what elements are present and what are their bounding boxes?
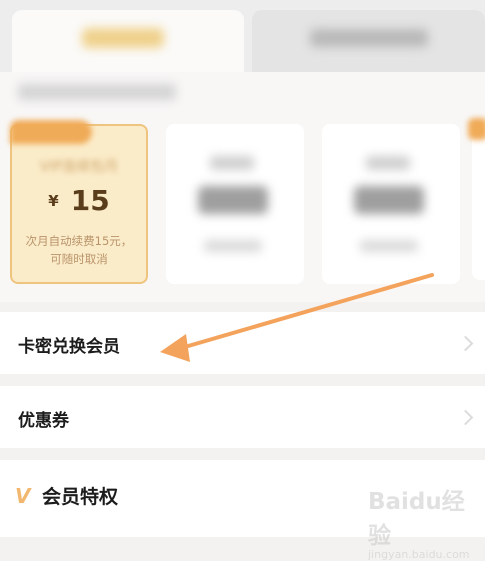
row-member-privileges-label: 会员特权 xyxy=(42,486,119,508)
tab-bar xyxy=(0,0,485,72)
watermark-url: jingyan.baidu.com xyxy=(368,548,470,561)
plan-card-vip-monthly[interactable]: VIP连续包月 ¥15 次月自动续费15元， 可随时取消 xyxy=(10,120,148,284)
currency-symbol: ¥ xyxy=(48,192,59,210)
section-hint xyxy=(18,84,176,100)
plan-name: VIP连续包月 xyxy=(39,159,119,175)
plan-card-3-price xyxy=(354,186,424,214)
price-value: 15 xyxy=(70,184,110,217)
plan-card-4-partial[interactable] xyxy=(472,120,485,280)
plan-price: ¥15 xyxy=(12,184,146,217)
watermark-logo: Baidu经验 xyxy=(368,489,465,549)
plan-card-2-price xyxy=(198,186,268,214)
chevron-right-icon xyxy=(457,335,474,352)
row-card-key-redeem-label: 卡密兑换会员 xyxy=(18,337,120,357)
tab-vip-label xyxy=(82,28,164,48)
plan-card-2-title xyxy=(210,156,254,170)
plan-card-2-sub xyxy=(204,240,262,252)
plan-note-line2: 可随时取消 xyxy=(50,252,108,266)
plan-card-3-title xyxy=(366,156,410,170)
plan-card-4-badge xyxy=(468,118,485,140)
plan-card-2[interactable] xyxy=(166,124,304,284)
tab-vip[interactable] xyxy=(12,10,244,72)
row-coupon-label: 优惠券 xyxy=(18,411,69,431)
plan-note-line1: 次月自动续费15元， xyxy=(25,234,133,248)
chevron-right-icon xyxy=(457,409,474,426)
row-card-key-redeem[interactable]: 卡密兑换会员 xyxy=(0,312,485,374)
plan-note: 次月自动续费15元， 可随时取消 xyxy=(18,232,140,268)
watermark: Baidu经验 jingyan.baidu.com xyxy=(368,482,478,561)
plan-card-3[interactable] xyxy=(322,124,460,284)
row-coupon[interactable]: 优惠券 xyxy=(0,386,485,448)
tab-other-label xyxy=(310,29,428,47)
plan-badge xyxy=(10,120,92,144)
plan-section: VIP连续包月 ¥15 次月自动续费15元， 可随时取消 xyxy=(0,72,485,302)
plan-card-3-sub xyxy=(360,240,418,252)
vip-v-icon: V xyxy=(15,484,31,508)
tab-other[interactable] xyxy=(252,10,485,72)
